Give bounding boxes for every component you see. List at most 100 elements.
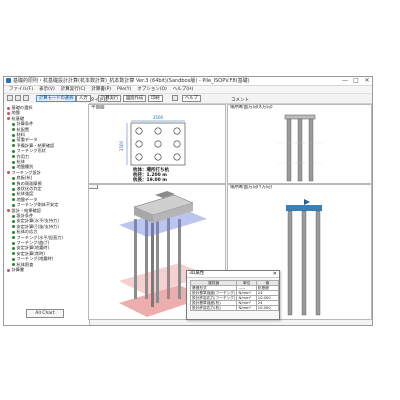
status-dot-icon: [12, 165, 15, 169]
status-dot-icon: [12, 236, 15, 240]
tree-item[interactable]: 負の周面摩擦: [12, 181, 42, 186]
plan-drawing: 3500 3500 杭体：場所打ち杭 杭径：1.200 m 杭長：19.00 m: [119, 115, 186, 183]
tree-item-label: 杭体の応力: [16, 229, 38, 235]
status-dot-icon: [12, 214, 15, 218]
pile-section: [301, 210, 307, 316]
app-icon: [6, 78, 11, 83]
3d-button[interactable]: 3D: [89, 185, 99, 189]
tree-item[interactable]: 地盤種別: [12, 164, 33, 169]
menu-pile[interactable]: Pile(Y): [114, 86, 134, 93]
tree-item-label: 地盤種別: [16, 164, 34, 170]
window-title: 基礎的原則・杭基礎設計計算(杭本数計算)_杭本数計算 Ver.3 (64bit)…: [13, 78, 250, 84]
status-dot-icon: [12, 182, 15, 186]
table-row[interactable]: 設計許容応力(フーチング) N/mm² 10.000: [189, 295, 280, 301]
tree-item[interactable]: 安定計算(水平/支持力): [12, 218, 59, 223]
status-dot-icon: [12, 149, 15, 153]
status-dot-icon: [12, 176, 15, 180]
footing-section: [284, 114, 316, 120]
status-dot-icon: [12, 192, 15, 196]
tree-item[interactable]: 計算条件: [12, 121, 33, 126]
minimize-button[interactable]: —: [340, 77, 350, 85]
status-dot-icon: [12, 230, 15, 234]
mode-select-button[interactable]: 計算モードの選択: [36, 95, 77, 102]
properties-dialog-title: 3D属性: [189, 271, 205, 276]
status-dot-icon: [12, 187, 15, 191]
new-file-icon[interactable]: [7, 95, 13, 101]
tree-item-label: 杭体強度: [16, 191, 34, 197]
tree-item[interactable]: 杭体強度: [12, 191, 33, 196]
status-dot-icon: [7, 171, 10, 175]
tree-item[interactable]: 荷重データ: [12, 137, 37, 142]
tree-item-label: 底板(杭): [16, 175, 33, 181]
tree-item-label: フーチング剛体不安定: [16, 202, 59, 208]
table-row[interactable]: 設計許容応力(杭) N/mm² 10.000: [189, 305, 280, 311]
status-dot-icon: [12, 219, 15, 223]
properties-dialog-titlebar: 3D属性 ✕: [187, 271, 279, 278]
status-dot-icon: [7, 209, 10, 213]
status-dot-icon: [12, 203, 15, 207]
print-button[interactable]: 印刷: [148, 95, 163, 102]
plan-caption-pile-type: 杭体：場所打ち杭: [133, 166, 169, 173]
table-cell: 設計基準強度(フーチング): [189, 290, 238, 296]
direction-arrow-icon: [304, 199, 310, 205]
title-bar: 基礎的原則・杭基礎設計計算(杭本数計算)_杭本数計算 Ver.3 (64bit)…: [4, 77, 372, 86]
close-button[interactable]: ✕: [362, 77, 372, 85]
menu-report[interactable]: 計算書(P): [88, 86, 114, 93]
footing-section: [286, 205, 322, 211]
properties-table: 属性値 単位 値 基礎形式 ----- 杭基礎 設計基準強度(フーチング) N/mm²…: [189, 280, 280, 311]
tree-item-label: フーチング(地震時): [16, 256, 54, 262]
tree-item-label: 杭配置: [16, 126, 30, 132]
status-dot-icon: [12, 144, 15, 148]
maximize-button[interactable]: □: [351, 77, 361, 85]
tree-item-label: 計算書: [11, 267, 25, 272]
tree-item-label: 地盤: [11, 110, 20, 116]
menu-help[interactable]: ヘルプ(H): [170, 86, 196, 93]
report-button[interactable]: 図面作成: [123, 95, 147, 102]
plan-width-dim: 3500: [153, 115, 164, 120]
navigation-tree: 基礎の選択 地盤 杭基礎 計算条件 杭配置 材料 荷重データ 予備計算・結果確認 フーチング形状…: [4, 103, 90, 325]
all-chart-button[interactable]: All Chart: [26, 309, 64, 318]
tree-item[interactable]: フーチング(水平/鉛直力): [12, 235, 63, 240]
status-dot-icon: [12, 225, 15, 229]
status-dot-icon: [12, 263, 15, 267]
menu-view[interactable]: 表示(V): [36, 86, 58, 93]
status-dot-icon: [7, 106, 10, 110]
tree-item[interactable]: 底板(杭): [12, 175, 32, 180]
open-folder-icon[interactable]: [15, 95, 21, 101]
table-cell: 設計許容応力(フーチング): [189, 295, 238, 301]
tree-item[interactable]: 計算書: [7, 267, 24, 272]
tree-item[interactable]: 杭配置: [12, 127, 29, 132]
tree-item-label: フーチング(水平/鉛直力): [16, 234, 64, 240]
tree-item[interactable]: 杭体照査: [12, 262, 33, 267]
plan-caption-pile-length: 杭長：19.00 m: [133, 176, 167, 183]
footing-outline: [130, 122, 186, 166]
status-dot-icon: [12, 138, 15, 142]
status-dot-icon: [12, 252, 15, 256]
tree-item[interactable]: 作用力: [12, 154, 29, 159]
tree-item[interactable]: 地盤: [7, 110, 20, 115]
tree-item-label: 負の周面摩擦: [16, 180, 42, 186]
title-label: タイトル: [90, 98, 108, 103]
settings-icon[interactable]: [172, 95, 178, 101]
help-button[interactable]: ヘルプ: [182, 95, 201, 102]
table-cell: 10.000: [255, 305, 280, 311]
save-icon[interactable]: [23, 95, 29, 101]
tree-item[interactable]: フーチング(地震時): [12, 256, 53, 261]
plan-view-pane: 平面図 3500 3500 杭体：場所打ち杭 杭径：1.200 m 杭長：19.…: [88, 104, 226, 184]
tree-item[interactable]: フーチング形状: [12, 148, 46, 153]
status-dot-icon: [7, 117, 10, 121]
tree-item[interactable]: 安定計算(地震時): [12, 245, 49, 250]
plan-depth-dim: 3500: [119, 140, 124, 151]
menu-file[interactable]: ファイル(F): [6, 86, 36, 93]
tree-item[interactable]: 杭体の応力: [12, 229, 37, 234]
status-dot-icon: [12, 246, 15, 250]
menu-calc[interactable]: 計算実行(C): [58, 86, 89, 93]
tree-item-label: 計算条件: [16, 121, 34, 127]
menu-bar: ファイル(F) 表示(V) 計算実行(C) 計算書(P) Pile(Y) オプシ…: [4, 86, 372, 94]
close-icon[interactable]: ✕: [273, 271, 277, 277]
status-dot-icon: [12, 155, 15, 159]
tree-item[interactable]: 設計・結果確認: [7, 208, 41, 213]
menu-options[interactable]: オプション(O): [134, 86, 170, 93]
tree-item[interactable]: フーチング剛体不安定: [12, 202, 58, 207]
plan-caption-pile-diameter: 杭径：1.200 m: [133, 171, 167, 178]
